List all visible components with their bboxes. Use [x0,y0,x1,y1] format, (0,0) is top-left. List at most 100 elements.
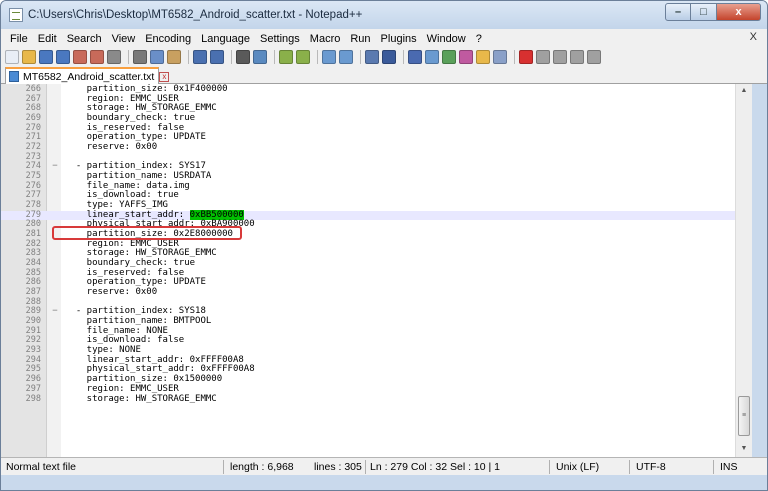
doc-map-icon[interactable] [442,50,456,64]
redo-icon[interactable] [210,50,224,64]
line-number: 298 [25,393,41,404]
status-file-type: Normal text file [6,461,77,473]
replace-icon[interactable] [253,50,267,64]
close-file-icon[interactable] [73,50,87,64]
folder-workspace-icon[interactable] [476,50,490,64]
sync-horizontal-icon[interactable] [339,50,353,64]
scroll-down-icon[interactable]: ▼ [736,442,752,456]
word-wrap-icon[interactable] [365,50,379,64]
zoom-in-icon[interactable] [279,50,293,64]
tab-close-icon[interactable]: x [159,71,170,82]
close-all-icon[interactable] [90,50,104,64]
play-macro-icon[interactable] [553,50,567,64]
code-text-content: file_name: NONE [65,325,168,336]
monitoring-icon[interactable] [493,50,507,64]
toolbar-separator [128,50,129,64]
menu-search[interactable]: Search [62,33,107,45]
fold-marker-icon[interactable]: − [51,162,59,172]
code-line[interactable]: 272 reserve: 0x00 [1,142,735,153]
code-text-content: linear_start_addr: 0xFFFF00A8 [65,354,244,365]
toolbar-separator [514,50,515,64]
code-text[interactable]: reserve: 0x00 [65,287,158,298]
toolbar-separator [360,50,361,64]
code-text-content: region: EMMC_USER [65,238,179,249]
vertical-scrollbar[interactable]: ▲ ≡ ▼ [735,84,752,457]
undo-icon[interactable] [193,50,207,64]
close-document-button[interactable]: X [750,31,757,43]
menu-edit[interactable]: Edit [33,33,62,45]
code-text-content: boundary_check: true [65,113,196,124]
code-text-content: reserve: 0x00 [65,287,158,298]
code-text-content: storage: HW_STORAGE_EMMC [65,393,217,404]
code-text[interactable]: storage: HW_STORAGE_EMMC [65,393,217,405]
show-all-chars-icon[interactable] [382,50,396,64]
title-bar[interactable]: C:\Users\Chris\Desktop\MT6582_Android_sc… [1,1,767,29]
scroll-thumb[interactable]: ≡ [738,396,750,436]
menu-settings[interactable]: Settings [255,33,305,45]
notepadpp-window: C:\Users\Chris\Desktop\MT6582_Android_sc… [0,0,768,491]
paste-icon[interactable] [167,50,181,64]
code-text-content: physical_start_addr: 0xBA900000 [65,219,255,230]
menu-window[interactable]: Window [422,33,471,45]
indent-guide-icon[interactable] [408,50,422,64]
function-list-icon[interactable] [459,50,473,64]
status-length: length : 6,968 [230,461,294,473]
code-text-content: is_download: false [65,335,185,346]
menu-file[interactable]: File [5,33,33,45]
sync-vertical-icon[interactable] [322,50,336,64]
tab-label: MT6582_Android_scatter.txt [23,70,155,83]
save-macro-icon[interactable] [587,50,601,64]
find-icon[interactable] [236,50,250,64]
zoom-out-icon[interactable] [296,50,310,64]
save-all-icon[interactable] [56,50,70,64]
stop-macro-icon[interactable] [536,50,550,64]
code-text-content: is_reserved: false [65,122,185,133]
print-icon[interactable] [107,50,121,64]
code-text-content: region: EMMC_USER [65,383,179,394]
code-line[interactable]: 287 reserve: 0x00 [1,287,735,298]
code-text-content: partition_name: USRDATA [65,171,212,182]
maximize-button[interactable]: □ [691,3,717,21]
new-file-icon[interactable] [5,50,19,64]
scroll-up-icon[interactable]: ▲ [736,84,752,98]
code-text-content: - partition_index: SYS17 [65,161,206,172]
menu-encoding[interactable]: Encoding [140,33,196,45]
minimize-button[interactable]: – [665,3,691,21]
menu-plugins[interactable]: Plugins [376,33,422,45]
selected-text[interactable]: 0xBB500000 [189,209,244,220]
notepadpp-icon [9,8,23,22]
window-controls: – □ x [665,3,761,21]
editor-area[interactable]: 266 partition_size: 0x1F400000 267 region… [1,84,767,457]
save-icon[interactable] [39,50,53,64]
window-frame-bottom [1,475,767,490]
copy-icon[interactable] [150,50,164,64]
udl-icon[interactable] [425,50,439,64]
fold-marker-icon[interactable]: − [51,307,59,317]
menu-run[interactable]: Run [345,33,375,45]
status-lines: lines : 305 [314,461,362,473]
code-text-content: partition_name: BMTPOOL [65,316,212,327]
status-position: Ln : 279 Col : 32 Sel : 10 | 1 [370,461,500,473]
code-text-content: boundary_check: true [65,258,196,269]
window-title: C:\Users\Chris\Desktop\MT6582_Android_sc… [28,9,363,21]
record-macro-icon[interactable] [519,50,533,64]
grip-icon: ≡ [742,412,747,419]
code-line[interactable]: 298 storage: HW_STORAGE_EMMC [1,393,735,405]
code-text[interactable]: reserve: 0x00 [65,142,158,153]
text-lines[interactable]: 266 partition_size: 0x1F400000 267 region… [1,84,735,405]
menu-macro[interactable]: Macro [305,33,346,45]
tab-bar: MT6582_Android_scatter.txt x [1,66,767,84]
toolbar-separator [188,50,189,64]
close-button[interactable]: x [717,3,761,21]
menu-language[interactable]: Language [196,33,255,45]
cut-icon[interactable] [133,50,147,64]
play-multiple-icon[interactable] [570,50,584,64]
toolbar [1,48,767,66]
menu-view[interactable]: View [107,33,141,45]
code-text-content: reserve: 0x00 [65,142,158,153]
open-file-icon[interactable] [22,50,36,64]
code-text-content: is_reserved: false [65,267,185,278]
tab-mt6582-scatter[interactable]: MT6582_Android_scatter.txt x [5,67,170,84]
menu-help[interactable]: ? [471,33,487,45]
code-text-content: storage: HW_STORAGE_EMMC [65,248,217,259]
